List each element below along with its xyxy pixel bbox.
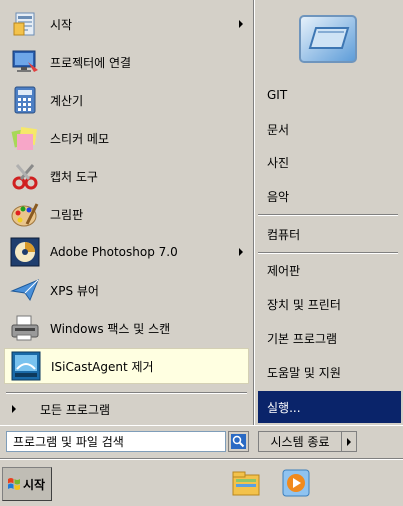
places-item-computer[interactable]: 컴퓨터 [258,218,401,250]
all-programs-item[interactable]: 모든 프로그램 [4,397,249,421]
user-picture[interactable] [298,14,358,64]
program-item-snipping-tool[interactable]: 캡처 도구 [4,158,249,194]
start-menu: 시작 프로젝터에 연결 계산기 스티커 메모 캡처 도구 그림판 Adobe P… [0,0,403,459]
places-item-help-support[interactable]: 도움말 및 지원 [258,356,401,388]
program-label: 계산기 [50,93,84,108]
places-item-run[interactable]: 실행... [258,391,401,423]
taskbar-explorer-icon[interactable] [230,467,262,499]
search-button[interactable] [228,431,249,452]
program-label: XPS 뷰어 [50,283,99,298]
search-shutdown-row: 프로그램 및 파일 검색 시스템 종료 [0,425,403,459]
paint-icon [8,197,42,231]
start-button-label: 시작 [23,477,46,492]
program-label: Adobe Photoshop 7.0 [50,245,178,259]
program-label: 스티커 메모 [50,131,110,146]
places-item-git[interactable]: GIT [258,79,401,111]
places-item-pictures[interactable]: 사진 [258,146,401,178]
places-label: 실행... [267,400,301,415]
uninstall-icon [9,349,43,383]
places-item-devices-printers[interactable]: 장치 및 프린터 [258,288,401,320]
chevron-right-icon [347,437,351,446]
places-label: 도움말 및 지원 [267,365,341,380]
program-label: 캡처 도구 [50,169,98,184]
photoshop-icon [8,235,42,269]
pane-divider-highlight [254,0,255,425]
places-label: 문서 [267,122,290,137]
places-label: 사진 [267,155,290,170]
startup-folder-icon [8,7,42,41]
projector-icon [8,45,42,79]
program-label: 시작 [50,17,73,32]
windows-flag-icon [8,478,20,490]
program-item-calculator[interactable]: 계산기 [4,82,249,118]
places-item-music[interactable]: 음악 [258,180,401,212]
search-input[interactable]: 프로그램 및 파일 검색 [6,431,226,452]
places-label: 장치 및 프린터 [267,297,341,312]
places-label: 제어판 [267,263,301,278]
snipping-tool-icon [8,159,42,193]
program-item-isicastagent-uninstall[interactable]: ISiCastAgent 제거 [4,348,249,384]
separator [6,392,247,394]
places-label: 음악 [267,189,290,204]
program-item-xps-viewer[interactable]: XPS 뷰어 [4,272,249,308]
shutdown-options-button[interactable] [341,431,357,452]
program-item-photoshop[interactable]: Adobe Photoshop 7.0 [4,234,249,270]
all-programs-arrow-icon [12,405,16,413]
calculator-icon [8,83,42,117]
program-label: 그림판 [50,207,84,222]
places-item-control-panel[interactable]: 제어판 [258,254,401,286]
all-programs-label: 모든 프로그램 [40,402,111,417]
places-label: 컴퓨터 [267,227,301,242]
search-placeholder: 프로그램 및 파일 검색 [13,435,124,449]
search-icon [231,434,246,449]
shutdown-button[interactable]: 시스템 종료 [258,431,341,452]
places-label: 기본 프로그램 [267,331,338,346]
program-label: Windows 팩스 및 스캔 [50,321,171,336]
program-label: ISiCastAgent 제거 [51,359,154,374]
sticky-notes-icon [8,121,42,155]
separator [258,214,398,216]
program-item-projector[interactable]: 프로젝터에 연결 [4,44,249,80]
taskbar: 시작 [0,459,403,506]
program-label: 프로젝터에 연결 [50,55,132,70]
program-item-startup[interactable]: 시작 [4,6,249,42]
program-item-fax-scan[interactable]: Windows 팩스 및 스캔 [4,310,249,346]
fax-scan-icon [8,311,42,345]
shutdown-label: 시스템 종료 [270,435,330,449]
start-button[interactable]: 시작 [2,467,52,501]
submenu-arrow-icon [239,248,243,256]
program-item-sticky-notes[interactable]: 스티커 메모 [4,120,249,156]
taskbar-media-player-icon[interactable] [280,467,312,499]
xps-viewer-icon [8,273,42,307]
program-item-paint[interactable]: 그림판 [4,196,249,232]
places-item-documents[interactable]: 문서 [258,113,401,145]
submenu-arrow-icon [239,20,243,28]
places-item-default-programs[interactable]: 기본 프로그램 [258,322,401,354]
places-label: GIT [267,88,288,102]
